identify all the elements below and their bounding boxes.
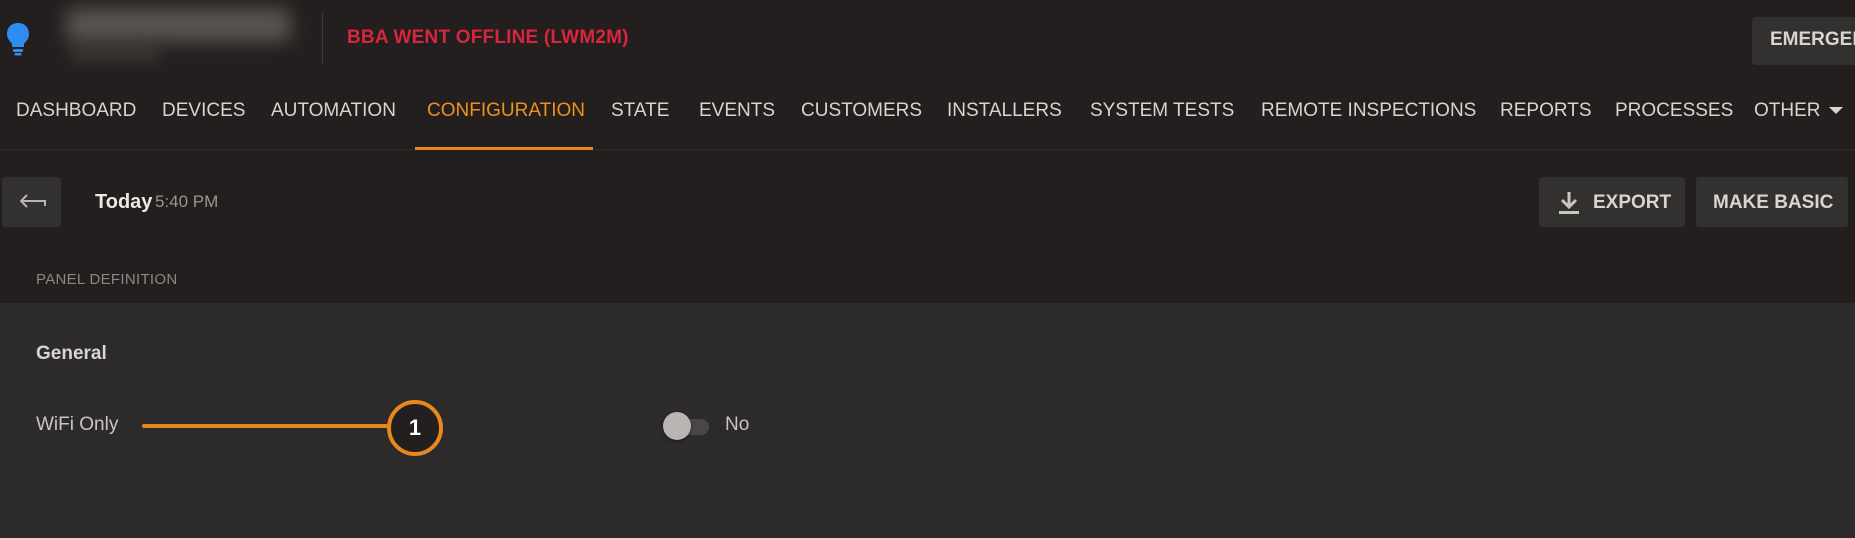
tab-configuration[interactable]: CONFIGURATION: [427, 80, 585, 150]
toggle-thumb: [663, 412, 691, 440]
date-label: Today: [95, 191, 153, 213]
app-root: BBA WENT OFFLINE (LWM2M) EMERGEN DASHBOA…: [0, 0, 1855, 538]
top-bar: BBA WENT OFFLINE (LWM2M) EMERGEN: [0, 0, 1855, 76]
download-icon: [1559, 192, 1579, 214]
tab-remote-inspections[interactable]: REMOTE INSPECTIONS: [1261, 80, 1476, 150]
callout-leader-line: [142, 424, 392, 428]
lightbulb-icon[interactable]: [6, 22, 30, 56]
tab-dashboard[interactable]: DASHBOARD: [16, 80, 136, 150]
tab-events[interactable]: EVENTS: [699, 80, 775, 150]
tab-devices[interactable]: DEVICES: [162, 80, 245, 150]
arrow-left-icon: [20, 194, 46, 208]
tab-system-tests[interactable]: SYSTEM TESTS: [1090, 80, 1234, 150]
site-subtitle-redacted: [70, 44, 160, 62]
tab-other-label: OTHER: [1754, 100, 1821, 121]
tab-customers[interactable]: CUSTOMERS: [801, 80, 922, 150]
caret-down-icon: [1828, 107, 1843, 115]
callout-badge: 1: [387, 400, 443, 456]
export-button[interactable]: EXPORT: [1539, 177, 1685, 227]
emergency-button[interactable]: EMERGEN: [1752, 17, 1855, 65]
panel-definition-card: General WiFi Only 1 No: [0, 303, 1855, 538]
wifi-only-value: No: [725, 414, 750, 435]
active-tab-indicator: [415, 147, 593, 150]
tab-installers[interactable]: INSTALLERS: [947, 80, 1062, 150]
tab-processes[interactable]: PROCESSES: [1615, 80, 1733, 150]
main-nav: DASHBOARD DEVICES AUTOMATION CONFIGURATI…: [0, 80, 1855, 150]
export-label: EXPORT: [1593, 192, 1672, 213]
offline-alert[interactable]: BBA WENT OFFLINE (LWM2M): [347, 27, 629, 49]
panel-title: General: [36, 343, 107, 364]
make-basic-button[interactable]: MAKE BASIC: [1696, 177, 1848, 227]
tab-other[interactable]: OTHER: [1754, 80, 1843, 150]
divider: [322, 12, 323, 64]
tab-state[interactable]: STATE: [611, 80, 669, 150]
section-label: PANEL DEFINITION: [36, 271, 178, 288]
make-basic-label: MAKE BASIC: [1713, 192, 1834, 213]
tab-automation[interactable]: AUTOMATION: [271, 80, 396, 150]
tab-reports[interactable]: REPORTS: [1500, 80, 1592, 150]
site-name-redacted: [66, 8, 291, 42]
wifi-only-label: WiFi Only: [36, 414, 119, 435]
back-button[interactable]: [2, 177, 61, 227]
wifi-only-toggle[interactable]: [663, 411, 713, 441]
time-label: 5:40 PM: [155, 192, 219, 211]
